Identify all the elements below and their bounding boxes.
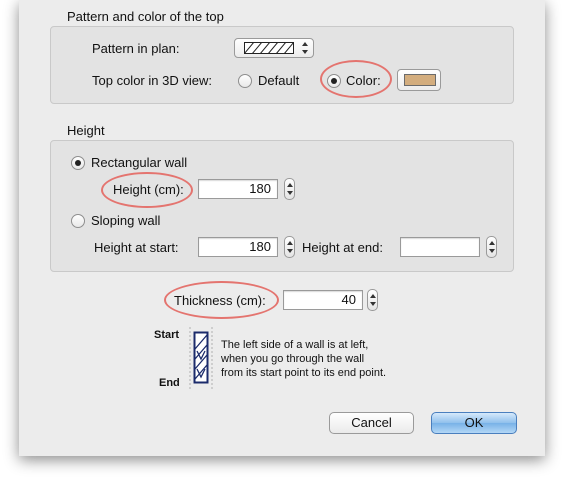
height-end-field[interactable] (400, 237, 480, 257)
color-swatch (404, 74, 436, 86)
note-line-2: when you go through the wall (221, 353, 365, 365)
sloping-wall-label: Sloping wall (91, 213, 161, 228)
thickness-field[interactable]: 40 (283, 290, 363, 310)
thickness-label: Thickness (cm): (174, 293, 266, 308)
height-field[interactable]: 180 (198, 179, 278, 199)
height-end-stepper[interactable] (486, 236, 497, 258)
rectangular-wall-radio[interactable] (71, 156, 85, 170)
note-line-1: The left side of a wall is at left, (221, 339, 369, 351)
height-start-label: Height at start: (94, 240, 179, 255)
diagram-start-label: Start (154, 329, 180, 341)
color-radio[interactable] (327, 74, 341, 88)
height-end-label: Height at end: (302, 240, 383, 255)
cancel-button[interactable]: Cancel (329, 412, 414, 434)
height-start-field[interactable]: 180 (198, 237, 278, 257)
height-stepper[interactable] (284, 178, 295, 200)
color-option-label: Color: (346, 73, 381, 88)
height-section-title: Height (67, 123, 105, 138)
wall-direction-icon (189, 327, 213, 389)
note-line-3: from its start point to its end point. (221, 367, 387, 379)
default-color-label: Default (258, 73, 300, 88)
sloping-wall-radio[interactable] (71, 214, 85, 228)
thickness-stepper[interactable] (367, 289, 378, 311)
default-color-radio[interactable] (238, 74, 252, 88)
pattern-label: Pattern in plan: (92, 41, 180, 56)
ok-button[interactable]: OK (431, 412, 517, 434)
pattern-popup[interactable] (234, 38, 314, 58)
popup-arrows-icon (302, 42, 308, 54)
top-section-title: Pattern and color of the top (67, 9, 224, 24)
height-label: Height (cm): (113, 182, 184, 197)
rectangular-wall-label: Rectangular wall (91, 155, 188, 170)
top-color-label: Top color in 3D view: (92, 73, 212, 88)
diagram-end-label: End (159, 377, 180, 389)
top-color-button[interactable] (397, 69, 441, 91)
height-start-stepper[interactable] (284, 236, 295, 258)
hatch-pattern-icon (244, 42, 294, 54)
